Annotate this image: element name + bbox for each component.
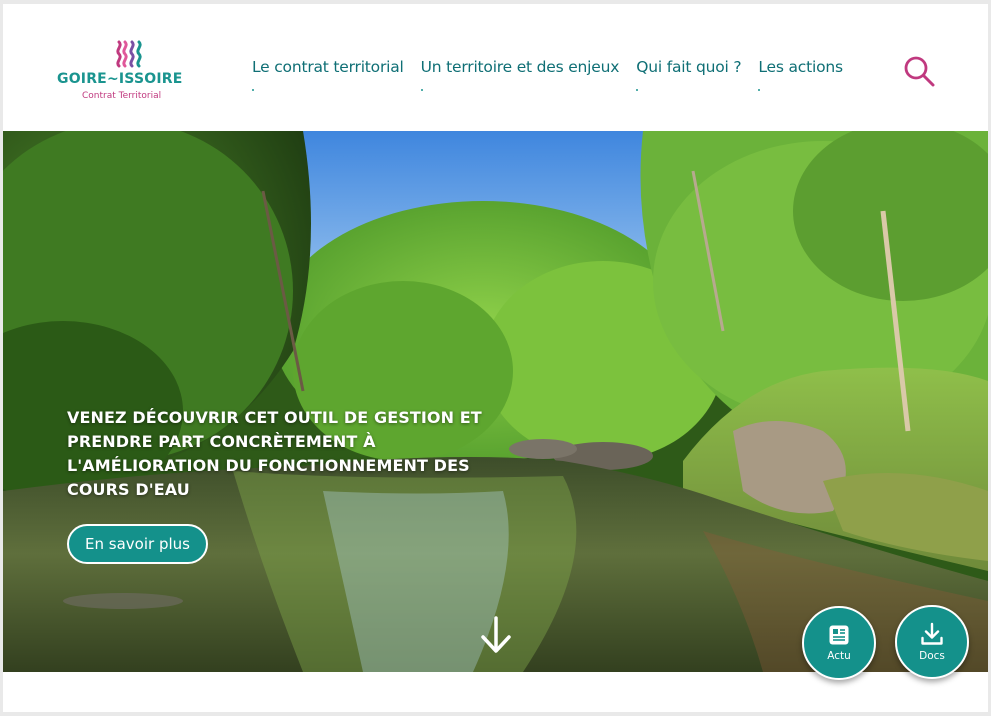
hero-banner: Venez découvrir cet outil de gestion et … bbox=[3, 131, 988, 672]
download-icon bbox=[921, 622, 943, 645]
arrow-down-icon[interactable] bbox=[479, 615, 513, 655]
docs-button[interactable]: Docs bbox=[895, 605, 969, 679]
nav-item-les-actions[interactable]: Les actions bbox=[758, 58, 843, 91]
actu-button[interactable]: Actu bbox=[802, 606, 876, 680]
docs-label: Docs bbox=[919, 650, 945, 662]
main-nav: Le contrat territorial Un territoire et … bbox=[252, 58, 843, 91]
learn-more-button[interactable]: En savoir plus bbox=[67, 524, 208, 564]
hero-title: Venez découvrir cet outil de gestion et … bbox=[67, 408, 482, 499]
search-icon[interactable] bbox=[903, 55, 935, 87]
nav-item-contrat-territorial[interactable]: Le contrat territorial bbox=[252, 58, 404, 91]
actu-label: Actu bbox=[827, 650, 851, 662]
hero-river-image bbox=[3, 131, 988, 672]
logo-waves-icon bbox=[116, 40, 142, 68]
nav-item-territoire-enjeux[interactable]: Un territoire et des enjeux bbox=[420, 58, 619, 91]
logo-name: GOIRE~ISSOIRE bbox=[57, 71, 183, 87]
site-header: GOIRE~ISSOIRE Contrat Territorial Le con… bbox=[3, 4, 988, 131]
page-frame: GOIRE~ISSOIRE Contrat Territorial Le con… bbox=[3, 4, 988, 712]
newspaper-icon bbox=[829, 625, 849, 645]
site-logo[interactable]: GOIRE~ISSOIRE Contrat Territorial bbox=[55, 40, 205, 106]
logo-subtitle: Contrat Territorial bbox=[82, 91, 162, 101]
nav-item-qui-fait-quoi[interactable]: Qui fait quoi ? bbox=[636, 58, 742, 91]
